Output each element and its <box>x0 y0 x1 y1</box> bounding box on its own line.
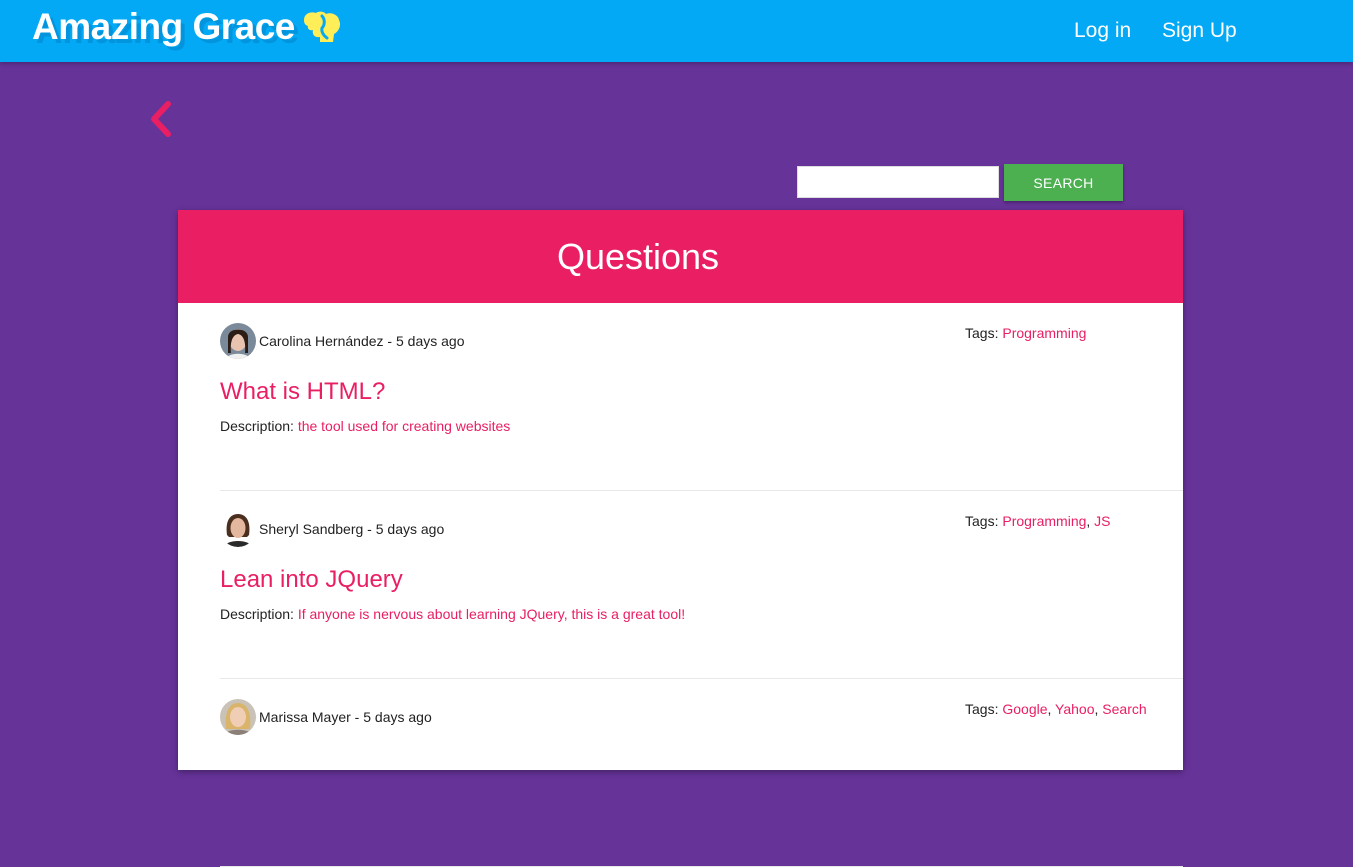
question-meta: Marissa Mayer - 5 days ago <box>259 709 432 725</box>
author-name[interactable]: Carolina Hernández <box>259 333 384 349</box>
questions-card: Questions Carolina Hernández - 5 days ag… <box>178 210 1183 867</box>
brand-logo-text[interactable]: Amazing Grace <box>32 6 295 48</box>
tag-link[interactable]: Google <box>1002 701 1047 717</box>
author-name[interactable]: Sheryl Sandberg <box>259 521 363 537</box>
navbar: Amazing Grace Log in Sign Up <box>0 0 1353 62</box>
search-input[interactable] <box>797 166 999 198</box>
timestamp: 5 days ago <box>363 709 432 725</box>
timestamp: 5 days ago <box>375 521 445 537</box>
search-button[interactable]: SEARCH <box>1004 164 1123 201</box>
question-description: Description: If anyone is nervous about … <box>220 606 685 622</box>
page-title: Questions <box>556 235 720 277</box>
avatar[interactable] <box>220 323 256 359</box>
description-label: Description: <box>220 606 294 622</box>
avatar[interactable] <box>220 699 256 735</box>
tag-link[interactable]: Programming <box>1002 325 1086 341</box>
back-button[interactable] <box>146 100 174 138</box>
question-meta: Sheryl Sandberg - 5 days ago <box>259 521 445 537</box>
question-item: Carolina Hernández - 5 days ago Tags: Pr… <box>220 303 1183 491</box>
avatar[interactable] <box>220 511 256 547</box>
chevron-left-icon <box>151 101 171 137</box>
signup-link[interactable]: Sign Up <box>1162 19 1237 43</box>
tags-label: Tags: <box>965 325 999 341</box>
tag-link[interactable]: Search <box>1102 701 1146 717</box>
tags-label: Tags: <box>965 513 999 529</box>
tags-label: Tags: <box>965 701 999 717</box>
description-label: Description: <box>220 418 294 434</box>
question-description: Description: the tool used for creating … <box>220 418 510 434</box>
question-item: Sheryl Sandberg - 5 days ago Tags: Progr… <box>220 491 1183 679</box>
question-title-link[interactable]: What is HTML? <box>220 378 385 406</box>
description-text: If anyone is nervous about learning JQue… <box>297 606 686 622</box>
login-link[interactable]: Log in <box>1074 19 1131 43</box>
author-name[interactable]: Marissa Mayer <box>259 709 351 725</box>
tags-list: Tags: Programming, JS <box>965 513 1111 529</box>
tags-list: Tags: Google, Yahoo, Search <box>965 701 1147 717</box>
timestamp: 5 days ago <box>395 333 465 349</box>
question-item: Marissa Mayer - 5 days ago Tags: Google,… <box>220 679 1183 867</box>
tag-link[interactable]: Yahoo <box>1055 701 1094 717</box>
description-text: the tool used for creating websites <box>297 418 511 434</box>
question-title-link[interactable]: Lean into JQuery <box>220 566 403 594</box>
face-silhouette-icon <box>300 10 344 44</box>
question-meta: Carolina Hernández - 5 days ago <box>259 333 465 349</box>
tag-link[interactable]: Programming <box>1002 513 1086 529</box>
tags-list: Tags: Programming <box>965 325 1086 341</box>
questions-header: Questions <box>178 210 1183 303</box>
tag-link[interactable]: JS <box>1094 513 1110 529</box>
